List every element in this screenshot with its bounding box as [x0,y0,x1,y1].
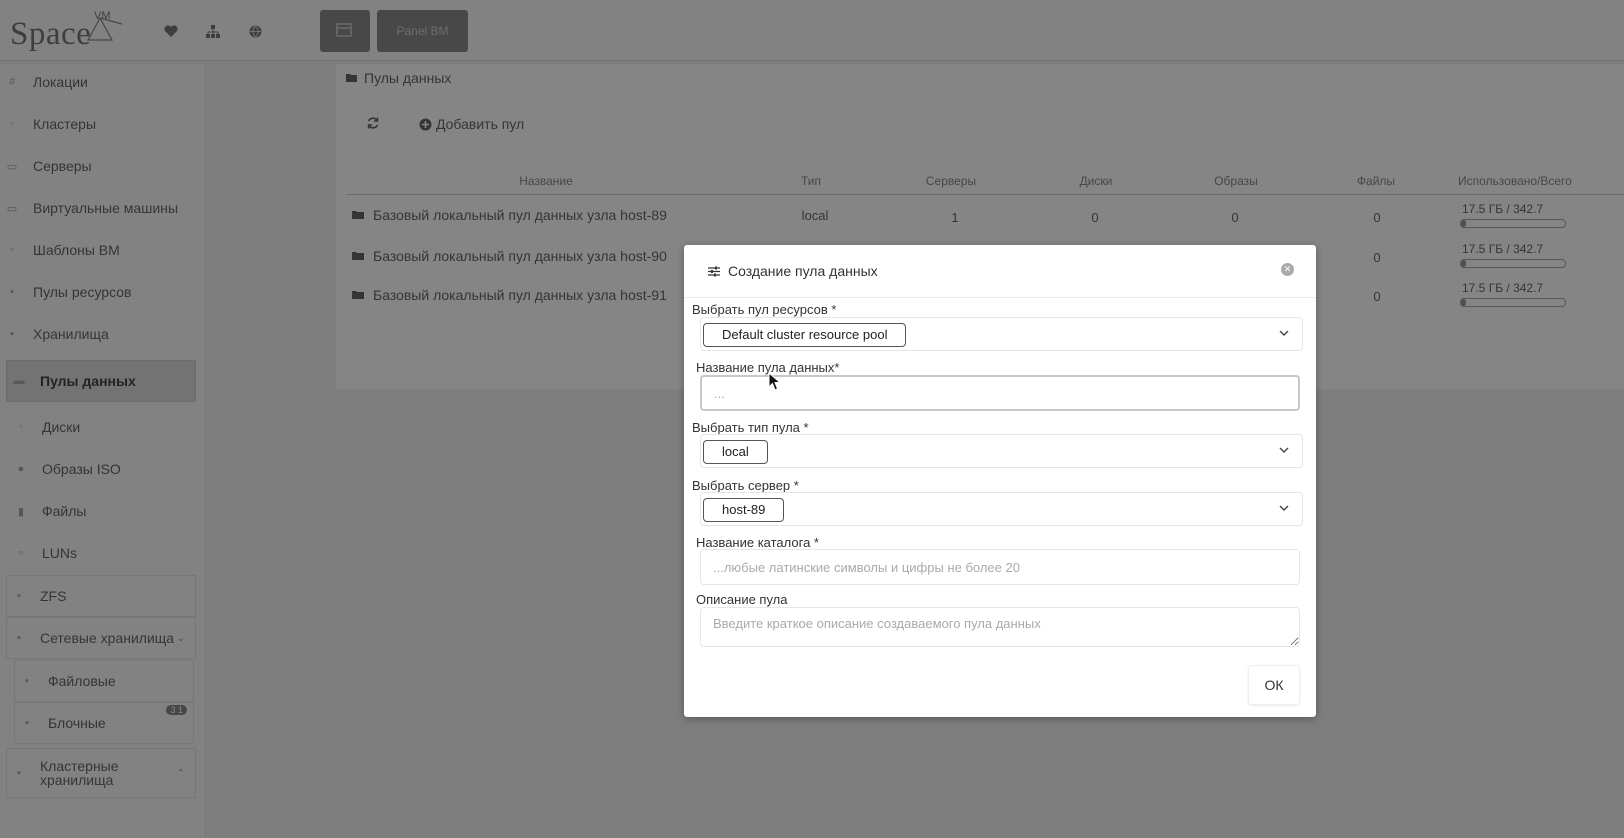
mouse-cursor-icon [768,372,782,391]
chevron-down-icon [1279,505,1289,511]
resource-pool-value: Default cluster resource pool [703,323,907,347]
dialog-title: Создание пула данных [708,263,878,279]
resource-pool-select[interactable]: Default cluster resource pool [700,317,1303,351]
dialog-header: Создание пула данных ✕ [684,245,1316,298]
catalog-name-label: Название каталога * [696,535,819,550]
pool-name-input[interactable] [700,375,1300,411]
catalog-name-input[interactable] [700,549,1300,585]
server-label: Выбрать сервер * [692,478,799,493]
server-value: host-89 [703,498,785,522]
pool-type-value: local [703,440,768,464]
create-data-pool-dialog: Создание пула данных ✕ Выбрать пул ресур… [684,245,1316,717]
chevron-down-icon [1279,447,1289,453]
ok-button[interactable]: ОК [1248,665,1300,705]
server-select[interactable]: host-89 [700,492,1303,526]
sliders-icon [708,266,720,276]
chevron-down-icon [1279,330,1289,336]
close-icon[interactable]: ✕ [1281,263,1294,276]
pool-type-label: Выбрать тип пула * [692,420,809,435]
pool-type-select[interactable]: local [700,434,1303,468]
pool-description-label: Описание пула [696,592,788,607]
pool-description-textarea[interactable] [700,607,1300,647]
dialog-title-text: Создание пула данных [728,263,878,279]
resource-pool-label: Выбрать пул ресурсов * [692,302,837,317]
